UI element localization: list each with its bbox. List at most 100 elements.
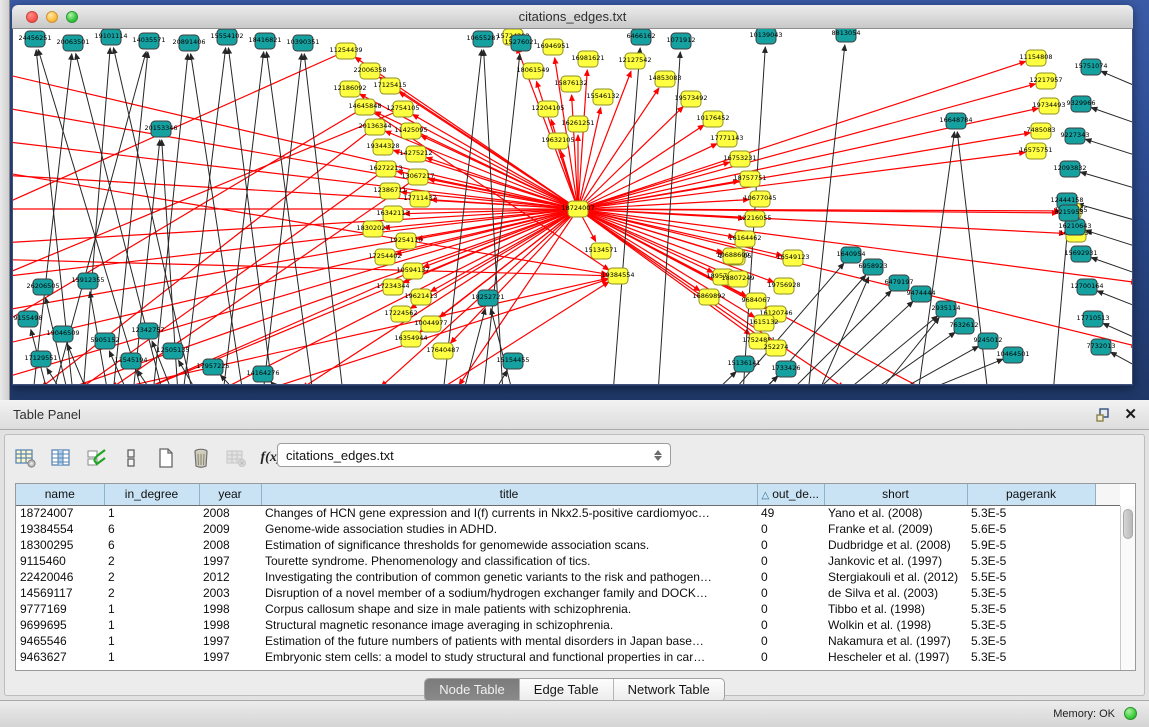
graph-node-teal[interactable]: 1733426 [772,361,801,377]
table-row[interactable]: 969969511998Structural magnetic resonanc… [16,617,1120,633]
delete-table-icon[interactable] [190,447,212,469]
table-cell[interactable]: 5.3E-5 [967,553,1095,569]
table-cell[interactable]: 2008 [199,505,261,521]
table-cell[interactable]: 0 [757,649,824,665]
table-cell[interactable]: 1997 [199,633,261,649]
table-cell[interactable]: Tibbo et al. (1998) [824,601,967,617]
graph-node-yellow[interactable]: 19734493 [1032,98,1065,114]
graph-edge[interactable] [13,106,578,209]
table-cell[interactable]: 1 [104,633,199,649]
graph-edge[interactable] [1097,291,1132,307]
graph-node-yellow[interactable]: 19632105 [541,133,574,149]
tab-node-table[interactable]: Node Table [425,679,520,701]
graph-node-teal[interactable]: 24456251 [18,31,51,47]
graph-node-yellow[interactable]: 12386711 [373,183,406,199]
table-cell[interactable]: 18300295 [16,537,104,553]
graph-edge[interactable] [878,318,939,384]
graph-edge[interactable] [918,359,1003,384]
table-row[interactable]: 2242004622012Investigating the contribut… [16,569,1120,585]
graph-edge[interactable] [578,152,1025,209]
new-table-icon[interactable] [155,447,177,469]
graph-node-yellow[interactable]: 16272213 [369,161,402,177]
graph-node-yellow[interactable]: 10677045 [743,191,776,207]
graph-node-teal[interactable]: 12093832 [1053,161,1086,177]
table-cell[interactable]: Corpus callosum shape and size in male p… [261,601,757,617]
graph-node-yellow[interactable]: 12217957 [1029,73,1062,89]
graph-node-teal[interactable]: 18252721 [471,290,504,306]
graph-node-yellow[interactable]: 12216055 [738,211,771,227]
table-row[interactable]: 977716911998Corpus callosum shape and si… [16,601,1120,617]
table-settings-icon[interactable] [15,447,37,469]
graph-edge[interactable] [493,370,507,384]
column-header-pagerank[interactable]: pagerank [967,484,1095,505]
table-cell[interactable]: Tourette syndrome. Phenomenology and cla… [261,553,757,569]
graph-node-teal[interactable]: 6958923 [859,259,888,275]
table-cell[interactable]: 1 [104,505,199,521]
graph-node-yellow[interactable]: 12127542 [618,53,651,69]
graph-node-teal[interactable]: 9329966 [1067,96,1096,112]
graph-node-teal[interactable]: 14164276 [246,366,279,382]
graph-node-teal[interactable]: 15692931 [1064,246,1097,262]
table-cell[interactable]: 0 [757,537,824,553]
graph-edge[interactable] [843,316,938,384]
graph-edge[interactable] [13,259,607,276]
graph-edge[interactable] [1111,352,1132,367]
graph-node-yellow[interactable]: 10176452 [696,111,729,127]
graph-edge[interactable] [868,332,955,384]
table-cell[interactable]: 9699695 [16,617,104,633]
graph-node-yellow[interactable]: 16869892 [692,289,725,305]
graph-node-yellow[interactable]: 19384554 [601,268,634,284]
graph-node-yellow[interactable]: 10044977 [414,316,447,332]
column-header-name[interactable]: name [16,484,104,505]
graph-node-teal[interactable]: 6466162 [627,29,656,45]
graph-node-teal[interactable]: 12342757 [131,323,164,339]
graph-node-yellow[interactable]: 20136344 [358,119,391,135]
table-cell[interactable]: 2009 [199,521,261,537]
graph-edge[interactable] [578,61,1026,209]
table-cell[interactable]: Embryonic stem cells: a model to study s… [261,649,757,665]
table-cell[interactable]: 19384554 [16,521,104,537]
graph-node-teal[interactable]: 8215953 [1055,205,1084,221]
float-panel-icon[interactable] [1095,407,1111,423]
graph-edge[interactable] [578,125,704,209]
graph-edge[interactable] [183,48,226,384]
graph-node-yellow[interactable]: 16354944 [394,331,427,347]
graph-node-yellow[interactable]: 16946951 [536,39,569,55]
graph-node-yellow[interactable]: 16549123 [776,250,809,266]
graph-node-yellow[interactable]: 14853083 [648,71,681,87]
graph-node-teal[interactable]: 9474444 [907,286,936,302]
table-cell[interactable]: 22420046 [16,569,104,585]
table-row[interactable]: 911546021997Tourette syndrome. Phenomeno… [16,553,1120,569]
table-cell[interactable]: 6 [104,521,199,537]
graph-node-teal[interactable]: 20153346 [144,121,177,137]
graph-node-yellow[interactable]: 12754105 [386,101,419,117]
table-cell[interactable]: Wolkin et al. (1998) [824,617,967,633]
graph-node-teal[interactable]: 17129551 [24,351,57,367]
table-cell[interactable]: 1 [104,649,199,665]
tab-network-table[interactable]: Network Table [614,679,724,701]
graph-edge[interactable] [228,48,273,384]
graph-node-teal[interactable]: 15136141 [727,356,760,372]
tab-edge-table[interactable]: Edge Table [520,679,614,701]
table-cell[interactable]: 2012 [199,569,261,585]
graph-node-teal[interactable]: 10390351 [286,35,319,51]
graph-edge[interactable] [1085,139,1132,156]
table-cell[interactable]: Investigating the contribution of common… [261,569,757,585]
table-cell[interactable]: 5.3E-5 [967,633,1095,649]
graph-edge[interactable] [1053,224,1068,384]
table-cell[interactable]: Estimation of significance thresholds fo… [261,537,757,553]
graph-node-yellow[interactable]: 19573492 [674,91,707,107]
graph-node-yellow[interactable]: 16981621 [571,51,604,67]
graph-node-teal[interactable]: 20891406 [172,35,205,51]
graph-node-yellow[interactable]: 19344328 [366,139,399,155]
graph-node-yellow[interactable]: 9684067 [742,293,771,309]
table-cell[interactable]: 6 [104,537,199,553]
graph-node-teal[interactable]: 10655287 [466,31,499,47]
table-cell[interactable]: 0 [757,521,824,537]
graph-edge[interactable] [578,209,1132,346]
network-graph[interactable]: 1872400711254439220063581218609217125415… [13,29,1132,384]
graph-node-teal[interactable]: 14035571 [132,33,165,49]
table-cell[interactable]: 2 [104,585,199,601]
graph-edge[interactable] [1081,172,1132,189]
graph-edge[interactable] [713,372,736,384]
